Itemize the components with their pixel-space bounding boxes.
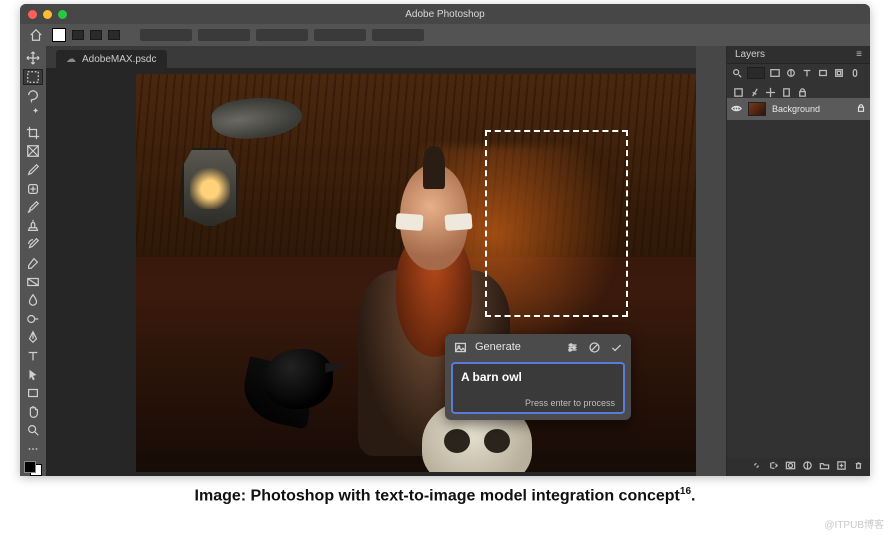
layer-lock-icon[interactable] <box>856 103 866 115</box>
generate-title: Generate <box>475 341 557 353</box>
option-mode-1[interactable] <box>72 30 84 40</box>
option-field[interactable] <box>372 29 424 41</box>
figure-caption: Image: Photoshop with text-to-image mode… <box>0 486 890 505</box>
layer-row-background[interactable]: Background <box>727 98 870 120</box>
filter-shape-icon[interactable] <box>817 67 829 79</box>
type-tool[interactable] <box>23 348 43 365</box>
frame-tool[interactable] <box>23 143 43 160</box>
marquee-tool[interactable] <box>23 69 43 86</box>
crow-illustration <box>243 329 363 439</box>
dodge-tool[interactable] <box>23 311 43 328</box>
layer-mask-icon[interactable] <box>785 458 796 476</box>
option-field[interactable] <box>198 29 250 41</box>
home-icon[interactable] <box>26 25 46 45</box>
visibility-icon[interactable] <box>731 103 742 116</box>
hand-tool[interactable] <box>23 404 43 421</box>
history-brush-tool[interactable] <box>23 236 43 253</box>
lasso-tool[interactable] <box>23 87 43 104</box>
option-mode-3[interactable] <box>108 30 120 40</box>
lock-artboard-icon[interactable] <box>781 85 792 96</box>
layer-lock-bar <box>727 82 870 98</box>
layer-name: Background <box>772 104 820 114</box>
cancel-icon[interactable] <box>587 340 601 354</box>
layer-thumbnail <box>748 102 766 116</box>
lock-pixels-icon[interactable] <box>749 85 760 96</box>
adjustment-layer-icon[interactable] <box>802 458 813 476</box>
layer-style-icon[interactable] <box>768 458 779 476</box>
rectangle-tool[interactable] <box>23 385 43 402</box>
pen-tool[interactable] <box>23 329 43 346</box>
lock-position-icon[interactable] <box>765 85 776 96</box>
generate-popover: Generate A barn owl Press enter to proce… <box>445 334 631 420</box>
document-area: ☁ AdobeMAX.psdc <box>46 46 696 476</box>
layers-panel: Layers ≡ <box>726 46 870 476</box>
move-tool[interactable] <box>23 50 43 67</box>
lantern-illustration <box>172 98 282 258</box>
cloud-icon: ☁ <box>66 54 76 65</box>
clone-stamp-tool[interactable] <box>23 217 43 234</box>
document-tab[interactable]: ☁ AdobeMAX.psdc <box>56 50 167 68</box>
titlebar: Adobe Photoshop <box>20 4 870 24</box>
option-swatch[interactable] <box>52 28 66 42</box>
lock-all-icon[interactable] <box>733 85 744 96</box>
lock-icon[interactable] <box>797 85 808 96</box>
panel-menu-icon[interactable]: ≡ <box>856 49 862 60</box>
filter-adjust-icon[interactable] <box>785 67 797 79</box>
layers-panel-footer <box>727 458 870 476</box>
filter-type-icon[interactable] <box>801 67 813 79</box>
zoom-tool[interactable] <box>23 422 43 439</box>
confirm-icon[interactable] <box>609 340 623 354</box>
document-tab-bar: ☁ AdobeMAX.psdc <box>46 46 696 68</box>
filter-image-icon[interactable] <box>769 67 781 79</box>
brush-tool[interactable] <box>23 199 43 216</box>
delete-layer-icon[interactable] <box>853 458 864 476</box>
options-bar <box>20 24 870 46</box>
new-layer-icon[interactable] <box>836 458 847 476</box>
magic-wand-tool[interactable] <box>23 106 43 123</box>
option-field[interactable] <box>256 29 308 41</box>
filter-toggle-icon[interactable] <box>849 67 861 79</box>
foreground-background-swatch[interactable] <box>24 461 42 476</box>
option-field[interactable] <box>314 29 366 41</box>
generate-prompt-hint: Press enter to process <box>461 398 615 408</box>
photoshop-window: Adobe Photoshop <box>20 4 870 476</box>
path-selection-tool[interactable] <box>23 366 43 383</box>
filter-smart-icon[interactable] <box>833 67 845 79</box>
gradient-tool[interactable] <box>23 273 43 290</box>
document-tab-label: AdobeMAX.psdc <box>82 54 157 65</box>
generate-prompt-input[interactable]: A barn owl Press enter to process <box>451 362 625 414</box>
group-icon[interactable] <box>819 458 830 476</box>
layer-filter-bar <box>727 64 870 82</box>
search-icon[interactable] <box>731 67 743 79</box>
edit-toolbar-icon[interactable] <box>23 441 43 458</box>
eraser-tool[interactable] <box>23 255 43 272</box>
link-layers-icon[interactable] <box>751 458 762 476</box>
blur-tool[interactable] <box>23 292 43 309</box>
image-icon <box>453 340 467 354</box>
tool-palette <box>20 46 46 476</box>
layers-panel-tab[interactable]: Layers <box>735 49 765 60</box>
collapsed-panel-dock[interactable] <box>696 46 726 476</box>
layer-filter-select[interactable] <box>747 67 765 79</box>
generate-prompt-value: A barn owl <box>461 370 615 384</box>
watermark: @ITPUB博客 <box>824 516 884 531</box>
settings-sliders-icon[interactable] <box>565 340 579 354</box>
eyedropper-tool[interactable] <box>23 162 43 179</box>
healing-brush-tool[interactable] <box>23 180 43 197</box>
option-mode-2[interactable] <box>90 30 102 40</box>
app-title: Adobe Photoshop <box>20 9 870 20</box>
crop-tool[interactable] <box>23 124 43 141</box>
option-field[interactable] <box>140 29 192 41</box>
selection-marquee[interactable] <box>485 130 628 317</box>
